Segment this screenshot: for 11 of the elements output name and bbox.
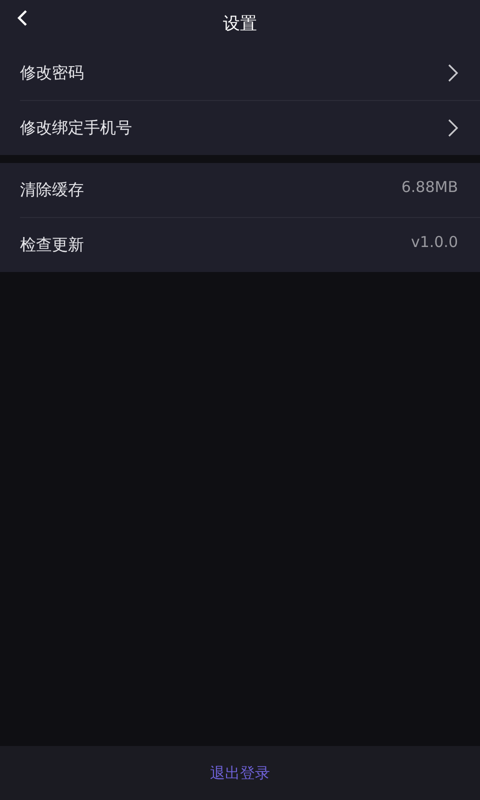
chevron-icon [448, 119, 458, 137]
settings-item[interactable]: 修改绑定手机号 [20, 118, 132, 138]
page-title: 设置 [223, 12, 257, 34]
back-icon[interactable] [17, 10, 29, 26]
setting-value: v1.0.0 [410, 233, 458, 251]
settings-item[interactable]: 检查更新 [20, 234, 84, 256]
setting-value: 6.88MB [401, 178, 458, 196]
chevron-icon [448, 64, 458, 82]
logout-button[interactable]: 退出登录 [0, 746, 480, 800]
settings-item[interactable]: 修改密码 [20, 62, 84, 84]
settings-item[interactable]: 清除缓存 [20, 180, 84, 200]
